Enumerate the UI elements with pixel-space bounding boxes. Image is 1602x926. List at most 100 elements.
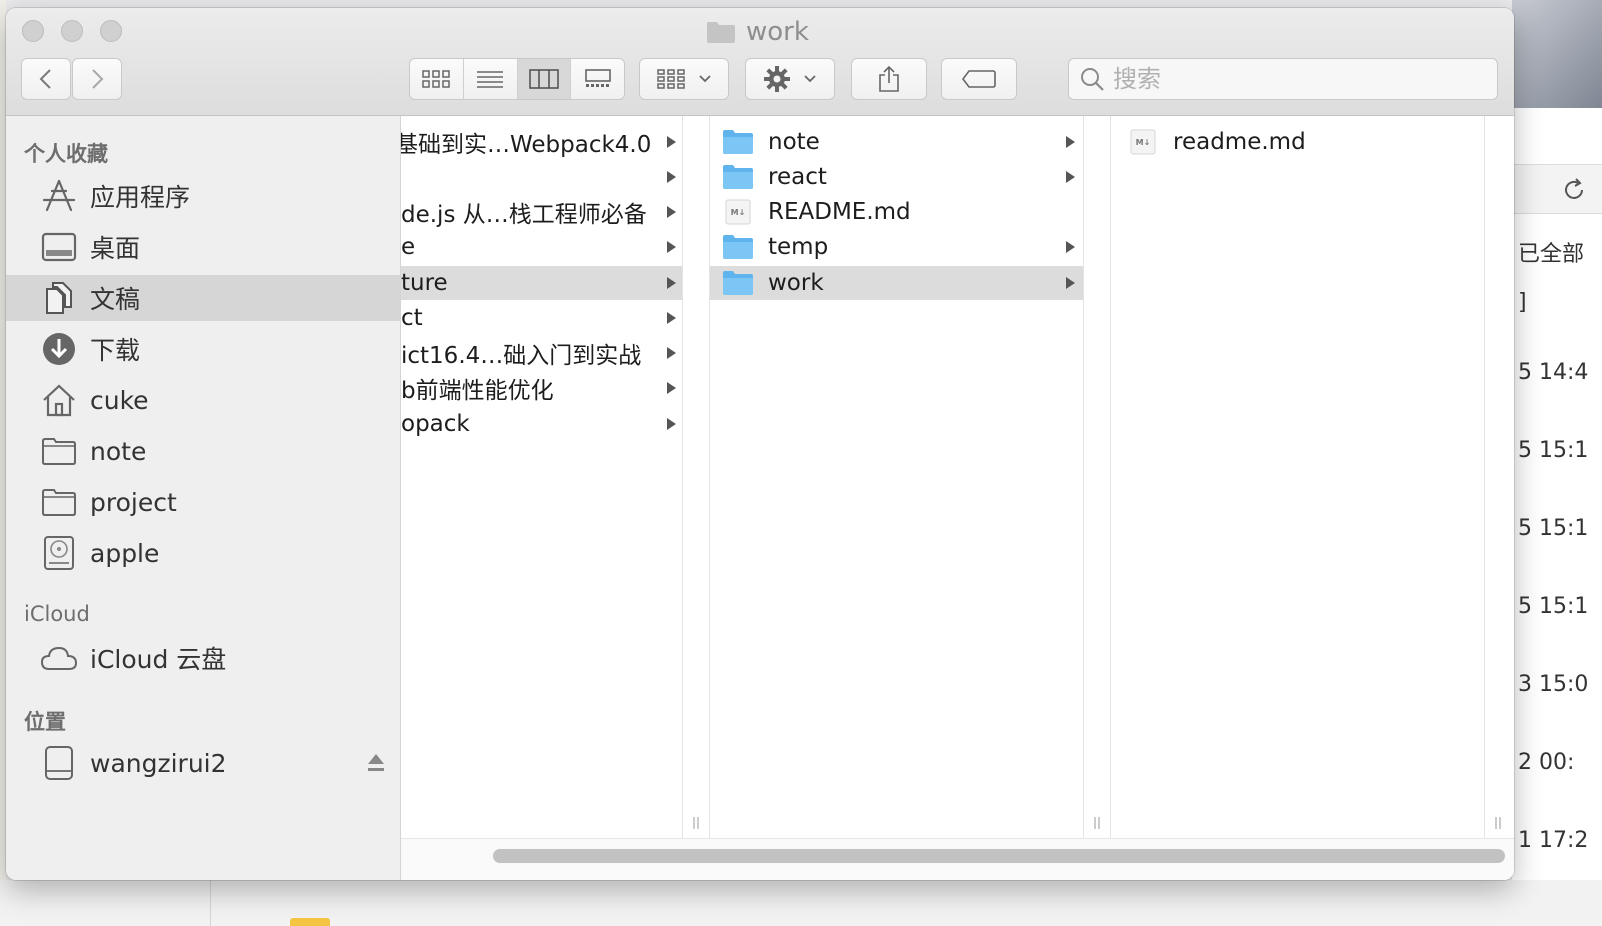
folder-icon (723, 235, 753, 259)
group-icon (657, 69, 685, 89)
list-item[interactable]: 基础到实…Webpack4.0 (401, 125, 682, 159)
columns-icon (529, 69, 559, 89)
back-button[interactable] (21, 58, 71, 100)
sidebar-item-label: apple (90, 538, 160, 568)
gallery-view-button[interactable] (571, 59, 624, 99)
list-item[interactable]: react (710, 160, 1083, 194)
sidebar-item-wangzirui2[interactable]: wangzirui2 (6, 740, 400, 786)
sidebar-item-desktop[interactable]: 桌面 (6, 224, 400, 270)
sidebar-item-note[interactable]: note (6, 428, 400, 474)
list-item[interactable]: ct (401, 301, 682, 335)
sidebar-section-locations: 位置 (24, 710, 66, 734)
sidebar-item-downloads[interactable]: 下载 (6, 326, 400, 372)
background-divider (210, 880, 211, 926)
sidebar-item-label: iCloud 云盘 (90, 645, 227, 674)
background-text: 3 15:0 (1518, 672, 1589, 697)
folder-icon (290, 918, 330, 926)
folder-icon (723, 271, 753, 295)
item-name: ture (401, 270, 448, 296)
share-icon (879, 65, 899, 92)
window-title-text: work (746, 17, 809, 47)
list-item[interactable]: de.js 从…栈工程师必备 (401, 195, 682, 229)
item-name: 基础到实…Webpack4.0 (401, 132, 652, 158)
list-item[interactable]: note (710, 125, 1083, 159)
list-item[interactable] (401, 160, 682, 194)
chevron-left-icon (39, 69, 51, 89)
downloads-icon (43, 333, 75, 365)
sidebar-item-documents[interactable]: 文稿 (6, 275, 400, 321)
external-drive-icon (45, 746, 73, 780)
disclosure-arrow-icon (667, 382, 676, 394)
share-button[interactable] (851, 58, 927, 100)
cloud-icon (40, 646, 78, 670)
close-button[interactable] (22, 20, 44, 42)
list-item[interactable]: M↓ readme.md (1111, 125, 1484, 159)
sidebar-item-applications[interactable]: 应用程序 (6, 173, 400, 219)
disclosure-arrow-icon (667, 277, 676, 289)
item-name: readme.md (1173, 129, 1306, 155)
sidebar-item-label: 桌面 (90, 234, 141, 263)
sidebar-item-label: wangzirui2 (90, 748, 227, 778)
column-resize-handle[interactable] (692, 816, 700, 830)
list-item[interactable]: b前端性能优化 (401, 371, 682, 405)
background-text: 5 15:1 (1518, 594, 1589, 619)
applications-icon (42, 179, 76, 212)
search-icon (1081, 68, 1104, 91)
documents-icon (46, 282, 72, 314)
column-view-button[interactable] (517, 59, 572, 99)
list-item[interactable]: opack (401, 407, 682, 441)
zoom-button[interactable] (100, 20, 122, 42)
column-gap (683, 116, 710, 838)
group-by-button[interactable] (639, 58, 729, 100)
list-icon (477, 71, 504, 88)
forward-button[interactable] (72, 58, 122, 100)
icon-view-button[interactable] (410, 59, 464, 99)
list-item[interactable]: ict16.4…础入门到实战 (401, 336, 682, 370)
search-input[interactable] (1113, 65, 1473, 93)
sidebar-item-home[interactable]: cuke (6, 377, 400, 423)
browser-column-3: M↓ readme.md (1111, 116, 1485, 838)
tags-button[interactable] (941, 58, 1017, 100)
browser-column-2: note react M↓ README.md temp work (710, 116, 1084, 838)
gallery-icon (584, 69, 611, 87)
grid-icon (422, 70, 451, 88)
eject-icon[interactable] (366, 752, 386, 774)
home-icon (43, 384, 75, 417)
minimize-button[interactable] (61, 20, 83, 42)
folder-icon (707, 22, 735, 43)
action-menu-button[interactable] (745, 58, 835, 100)
column-resize-handle[interactable] (1093, 816, 1101, 830)
sidebar-item-apple[interactable]: apple (6, 530, 400, 576)
sidebar-item-project[interactable]: project (6, 479, 400, 525)
window-titlebar: work (6, 8, 1514, 116)
hard-drive-icon (44, 536, 74, 570)
list-item[interactable]: M↓ README.md (710, 195, 1083, 229)
chevron-down-icon (699, 75, 711, 83)
sidebar-item-icloud-drive[interactable]: iCloud 云盘 (6, 635, 400, 681)
svg-text:M↓: M↓ (1136, 138, 1151, 147)
disclosure-arrow-icon (667, 241, 676, 253)
sidebar-item-label: 下载 (90, 336, 141, 365)
markdown-file-icon: M↓ (1130, 129, 1156, 155)
list-item[interactable]: e (401, 230, 682, 264)
column-resize-handle[interactable] (1494, 816, 1502, 830)
sidebar-item-label: cuke (90, 385, 149, 415)
folder-icon (723, 130, 753, 154)
list-item-selected[interactable]: work (710, 266, 1083, 300)
refresh-icon[interactable] (1560, 176, 1588, 204)
list-view-button[interactable] (464, 59, 518, 99)
sidebar-item-label: project (90, 487, 177, 517)
item-name: de.js 从…栈工程师必备 (401, 202, 647, 228)
column-gap (1084, 116, 1111, 838)
list-item-selected[interactable]: ture (401, 266, 682, 300)
folder-icon (723, 165, 753, 189)
finder-window: work 搜索 个人收藏 应用程序 桌面 文稿 下载 cuke note pro… (6, 8, 1514, 880)
list-item[interactable]: temp (710, 230, 1083, 264)
scrollbar-thumb[interactable] (493, 849, 1505, 863)
gear-icon (764, 66, 790, 92)
search-field[interactable] (1068, 58, 1498, 100)
disclosure-arrow-icon (667, 312, 676, 324)
disclosure-arrow-icon (1066, 136, 1075, 148)
horizontal-scrollbar[interactable] (401, 838, 1514, 880)
background-text: 已全部 (1518, 242, 1585, 267)
